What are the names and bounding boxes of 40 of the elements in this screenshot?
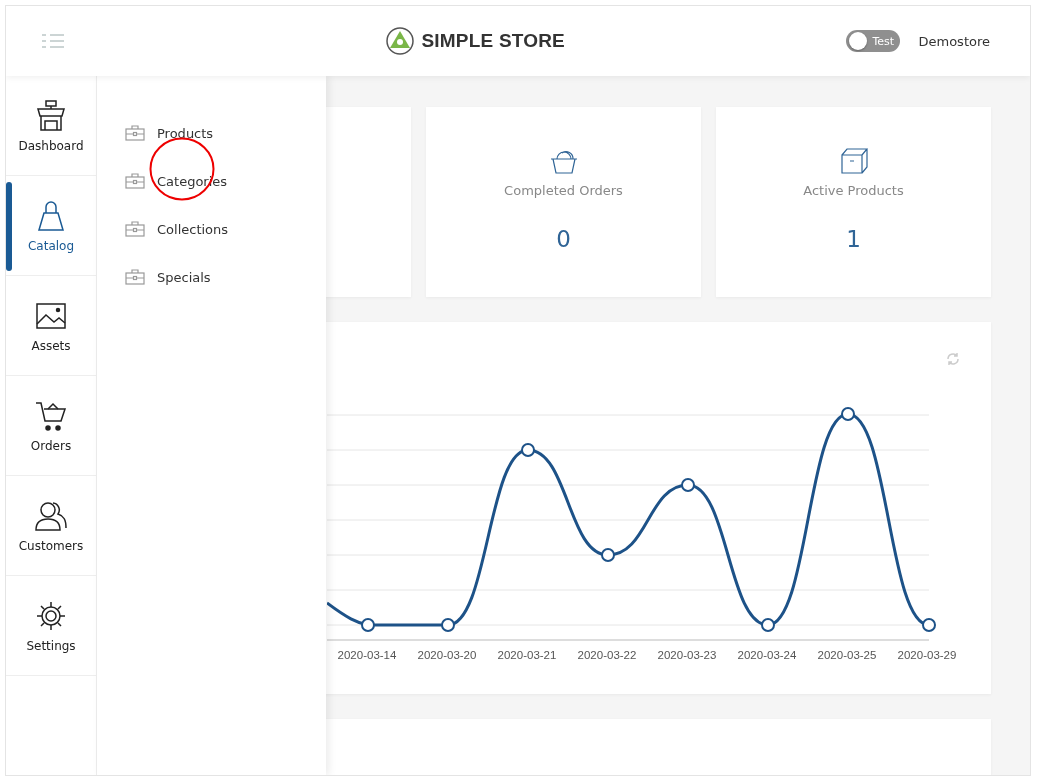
submenu-item[interactable]: Specials [97,253,326,301]
axis-label: 2020-03-29 [896,649,958,661]
box-icon [839,147,868,175]
briefcase-icon [125,173,145,189]
store-name[interactable]: Demostore [918,33,990,49]
axis-label: 2020-03-14 [336,649,398,661]
briefcase-icon [125,221,145,237]
logo-text: SIMPLE STORE [421,30,565,52]
stat-value: 0 [556,226,571,252]
logo-icon [385,26,416,56]
data-point [922,618,936,632]
data-point [521,443,535,457]
sidebar-item[interactable]: Orders [6,376,96,476]
briefcase-icon [125,125,145,141]
briefcase-icon [125,269,145,285]
data-point [681,478,695,492]
axis-label: 2020-03-25 [816,649,878,661]
data-point [841,407,855,421]
sidebar-item[interactable]: Assets [6,276,96,376]
sidebar-item[interactable]: Settings [6,576,96,676]
sidebar-item[interactable]: Customers [6,476,96,576]
data-point [601,548,615,562]
axis-label: 2020-03-23 [656,649,718,661]
stat-label: Completed Orders [504,183,623,198]
stat-label: Active Products [803,183,904,198]
storefront-icon [34,98,68,133]
stat-value: 1 [846,226,861,252]
data-point [761,618,775,632]
axis-label: 2020-03-24 [736,649,798,661]
axis-label: 2020-03-22 [576,649,638,661]
data-point [441,618,455,632]
sidebar-item[interactable]: Catalog [6,176,96,276]
refresh-icon[interactable] [946,352,960,366]
submenu-item[interactable]: Collections [97,205,326,253]
axis-label: 2020-03-20 [416,649,478,661]
menu-icon[interactable] [42,34,64,48]
submenu-item[interactable]: Products [97,109,326,157]
sidebar-item[interactable]: Dashboard [6,76,96,176]
data-point [361,618,375,632]
axis-label: 2020-03-21 [496,649,558,661]
